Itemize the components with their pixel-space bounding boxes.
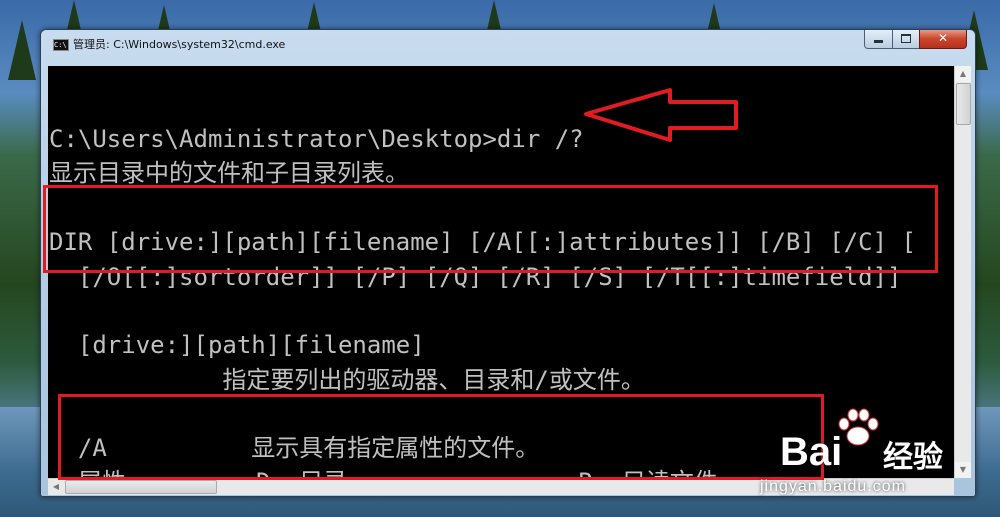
console-line: [drive:][path][filename] xyxy=(49,331,425,359)
vertical-scrollbar[interactable]: ▲ ▼ xyxy=(954,66,971,478)
scroll-up-arrow-icon[interactable]: ▲ xyxy=(955,66,971,82)
maximize-button[interactable] xyxy=(892,30,920,49)
arrow-left-icon xyxy=(584,88,738,142)
wallpaper-tree xyxy=(8,20,36,80)
vertical-scroll-thumb[interactable] xyxy=(956,83,971,125)
title-bar[interactable]: C:\ 管理员: C:\Windows\system32\cmd.exe xyxy=(41,30,975,56)
window-title: 管理员: C:\Windows\system32\cmd.exe xyxy=(73,38,286,51)
close-button[interactable] xyxy=(919,30,967,49)
highlight-box-syntax xyxy=(43,185,938,273)
cmd-icon[interactable]: C:\ xyxy=(53,39,69,51)
console-line-command: C:\Users\Administrator\Desktop>dir /? xyxy=(49,125,584,153)
horizontal-scroll-thumb[interactable] xyxy=(65,480,217,494)
watermark-suffix: 经验 xyxy=(883,440,943,475)
watermark-url: jingyan.baidu.com xyxy=(760,478,906,495)
baidu-paw-icon xyxy=(838,408,879,446)
scroll-left-arrow-icon[interactable]: ◀ xyxy=(48,479,64,495)
watermark-brand: Bai xyxy=(780,430,843,474)
scroll-down-arrow-icon[interactable]: ▼ xyxy=(955,462,971,478)
minimize-button[interactable] xyxy=(864,30,893,49)
console-line: 指定要列出的驱动器、目录和/或文件。 xyxy=(49,366,645,394)
highlight-box-attributes xyxy=(58,394,824,480)
